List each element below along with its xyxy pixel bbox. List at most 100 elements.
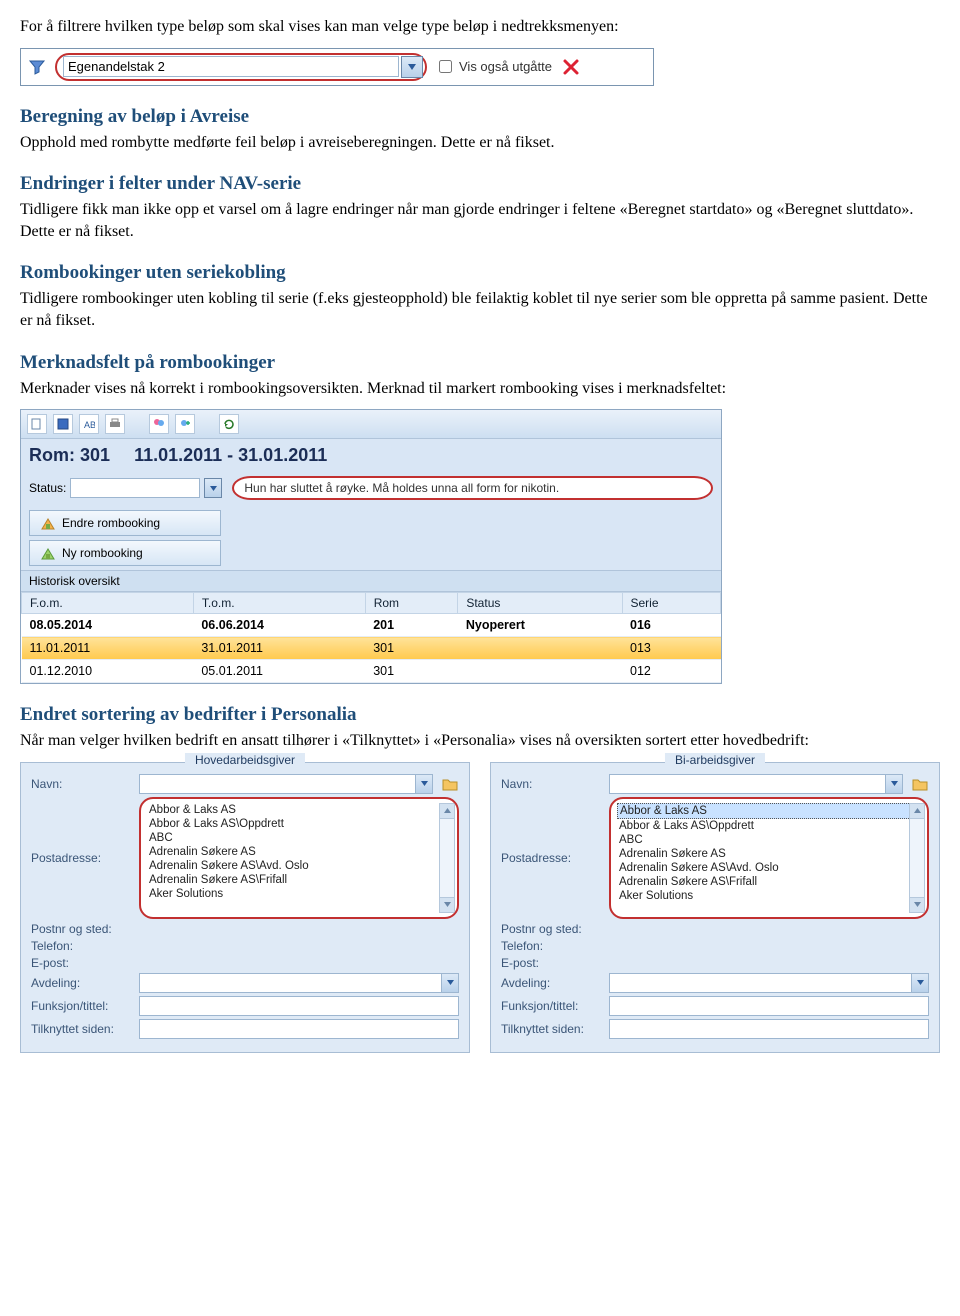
folder-icon[interactable] — [911, 775, 929, 793]
hoved-fieldset: Hovedarbeidsgiver Navn: Postadresse: Abb… — [20, 762, 470, 1053]
body-nav: Tidligere fikk man ikke opp et varsel om… — [20, 199, 940, 242]
edit-booking-button[interactable]: Endre rombooking — [29, 510, 221, 536]
hoved-legend: Hovedarbeidsgiver — [185, 753, 305, 767]
cell-fom: 01.12.2010 — [22, 660, 194, 683]
room-title-row: Rom: 301 11.01.2011 - 31.01.2011 — [21, 439, 721, 472]
new-doc-icon[interactable] — [27, 414, 47, 434]
col-serie[interactable]: Serie — [622, 593, 721, 614]
note-field: Hun har sluttet å røyke. Må holdes unna … — [232, 476, 713, 500]
label-navn: Navn: — [31, 777, 131, 791]
show-expired-checkbox[interactable]: Vis også utgåtte — [435, 57, 552, 76]
history-subheading: Historisk oversikt — [21, 570, 721, 592]
print-icon[interactable] — [105, 414, 125, 434]
list-item[interactable]: Adrenalin Søkere AS — [147, 845, 451, 859]
tilknyttet-input[interactable] — [609, 1019, 929, 1039]
col-fom[interactable]: F.o.m. — [22, 593, 194, 614]
body-avreise: Opphold med rombytte medførte feil beløp… — [20, 132, 940, 154]
label-navn: Navn: — [501, 777, 601, 791]
cell-status — [458, 637, 622, 660]
user-add-icon[interactable] — [175, 414, 195, 434]
refresh-icon[interactable] — [219, 414, 239, 434]
label-telefon: Telefon: — [501, 939, 601, 953]
list-item[interactable]: Adrenalin Søkere AS\Frifall — [617, 875, 921, 889]
list-item[interactable]: Abbor & Laks AS — [617, 803, 921, 819]
show-expired-label: Vis også utgåtte — [459, 59, 552, 74]
clear-icon[interactable] — [560, 56, 582, 78]
status-row: Status: Hun har sluttet å røyke. Må hold… — [21, 472, 721, 506]
chevron-down-icon[interactable] — [415, 775, 432, 793]
chevron-down-icon[interactable] — [401, 56, 423, 78]
cell-fom: 08.05.2014 — [22, 614, 194, 637]
cell-status — [458, 660, 622, 683]
save-icon[interactable] — [53, 414, 73, 434]
tilknyttet-input[interactable] — [139, 1019, 459, 1039]
cell-serie: 013 — [622, 637, 721, 660]
scroll-down-icon[interactable] — [440, 897, 454, 912]
list-item[interactable]: Abbor & Laks AS — [147, 803, 451, 817]
scrollbar[interactable] — [439, 803, 455, 913]
cell-rom: 201 — [365, 614, 458, 637]
col-rom[interactable]: Rom — [365, 593, 458, 614]
label-avdeling: Avdeling: — [501, 976, 601, 990]
label-avdeling: Avdeling: — [31, 976, 131, 990]
heading-merknad: Merknadsfelt på rombookinger — [20, 352, 940, 374]
company-listbox-hoved[interactable]: Abbor & Laks ASAbbor & Laks AS\OppdrettA… — [139, 797, 459, 919]
cell-tom: 06.06.2014 — [193, 614, 365, 637]
list-item[interactable]: Adrenalin Søkere AS — [617, 847, 921, 861]
list-item[interactable]: Adrenalin Søkere AS\Frifall — [147, 873, 451, 887]
table-row[interactable]: 01.12.201005.01.2011301 012 — [22, 660, 721, 683]
scroll-up-icon[interactable] — [910, 804, 924, 819]
col-tom[interactable]: T.o.m. — [193, 593, 365, 614]
cell-serie: 012 — [622, 660, 721, 683]
col-status[interactable]: Status — [458, 593, 622, 614]
room-panel: AB Rom: 301 11.01.2011 - 31.01.2011 Stat… — [20, 409, 722, 684]
text-icon[interactable]: AB — [79, 414, 99, 434]
show-expired-check[interactable] — [439, 60, 452, 73]
cell-tom: 05.01.2011 — [193, 660, 365, 683]
new-booking-button[interactable]: Ny rombooking — [29, 540, 221, 566]
chevron-down-icon[interactable] — [911, 974, 928, 992]
funnel-icon[interactable] — [27, 57, 47, 77]
heading-sortering: Endret sortering av bedrifter i Personal… — [20, 704, 940, 726]
table-row[interactable]: 08.05.201406.06.2014201Nyoperert016 — [22, 614, 721, 637]
scroll-down-icon[interactable] — [910, 897, 924, 912]
funksjon-input[interactable] — [609, 996, 929, 1016]
navn-dropdown[interactable] — [609, 774, 903, 794]
heading-nav: Endringer i felter under NAV-serie — [20, 173, 940, 195]
bi-fieldset: Bi-arbeidsgiver Navn: Postadresse: Abbor… — [490, 762, 940, 1053]
list-item[interactable]: Abbor & Laks AS\Oppdrett — [147, 817, 451, 831]
amount-type-dropdown[interactable]: Egenandelstak 2 — [55, 53, 427, 81]
status-dropdown[interactable] — [70, 478, 200, 498]
chevron-down-icon[interactable] — [204, 478, 222, 498]
heading-avreise: Beregning av beløp i Avreise — [20, 106, 940, 128]
chevron-down-icon[interactable] — [441, 974, 458, 992]
label-tilknyttet: Tilknyttet siden: — [501, 1022, 601, 1036]
folder-icon[interactable] — [441, 775, 459, 793]
bi-legend: Bi-arbeidsgiver — [665, 753, 765, 767]
cell-fom: 11.01.2011 — [22, 637, 194, 660]
funksjon-input[interactable] — [139, 996, 459, 1016]
list-item[interactable]: Adrenalin Søkere AS\Avd. Oslo — [147, 859, 451, 873]
list-item[interactable]: Aker Solutions — [147, 887, 451, 901]
chevron-down-icon[interactable] — [885, 775, 902, 793]
new-booking-label: Ny rombooking — [62, 546, 143, 560]
cell-rom: 301 — [365, 660, 458, 683]
label-post: Postadresse: — [31, 851, 131, 865]
body-serie: Tidligere rombookinger uten kobling til … — [20, 288, 940, 331]
scrollbar[interactable] — [909, 803, 925, 913]
label-epost: E-post: — [31, 956, 131, 970]
avdeling-dropdown[interactable] — [609, 973, 929, 993]
list-item[interactable]: Abbor & Laks AS\Oppdrett — [617, 819, 921, 833]
scroll-up-icon[interactable] — [440, 804, 454, 819]
table-row[interactable]: 11.01.201131.01.2011301013 — [22, 637, 721, 660]
avdeling-dropdown[interactable] — [139, 973, 459, 993]
heading-serie: Rombookinger uten seriekobling — [20, 262, 940, 284]
company-listbox-bi[interactable]: Abbor & Laks ASAbbor & Laks AS\OppdrettA… — [609, 797, 929, 919]
navn-dropdown[interactable] — [139, 774, 433, 794]
list-item[interactable]: ABC — [147, 831, 451, 845]
users-icon[interactable] — [149, 414, 169, 434]
list-item[interactable]: ABC — [617, 833, 921, 847]
list-item[interactable]: Adrenalin Søkere AS\Avd. Oslo — [617, 861, 921, 875]
list-item[interactable]: Aker Solutions — [617, 889, 921, 903]
label-post: Postadresse: — [501, 851, 601, 865]
